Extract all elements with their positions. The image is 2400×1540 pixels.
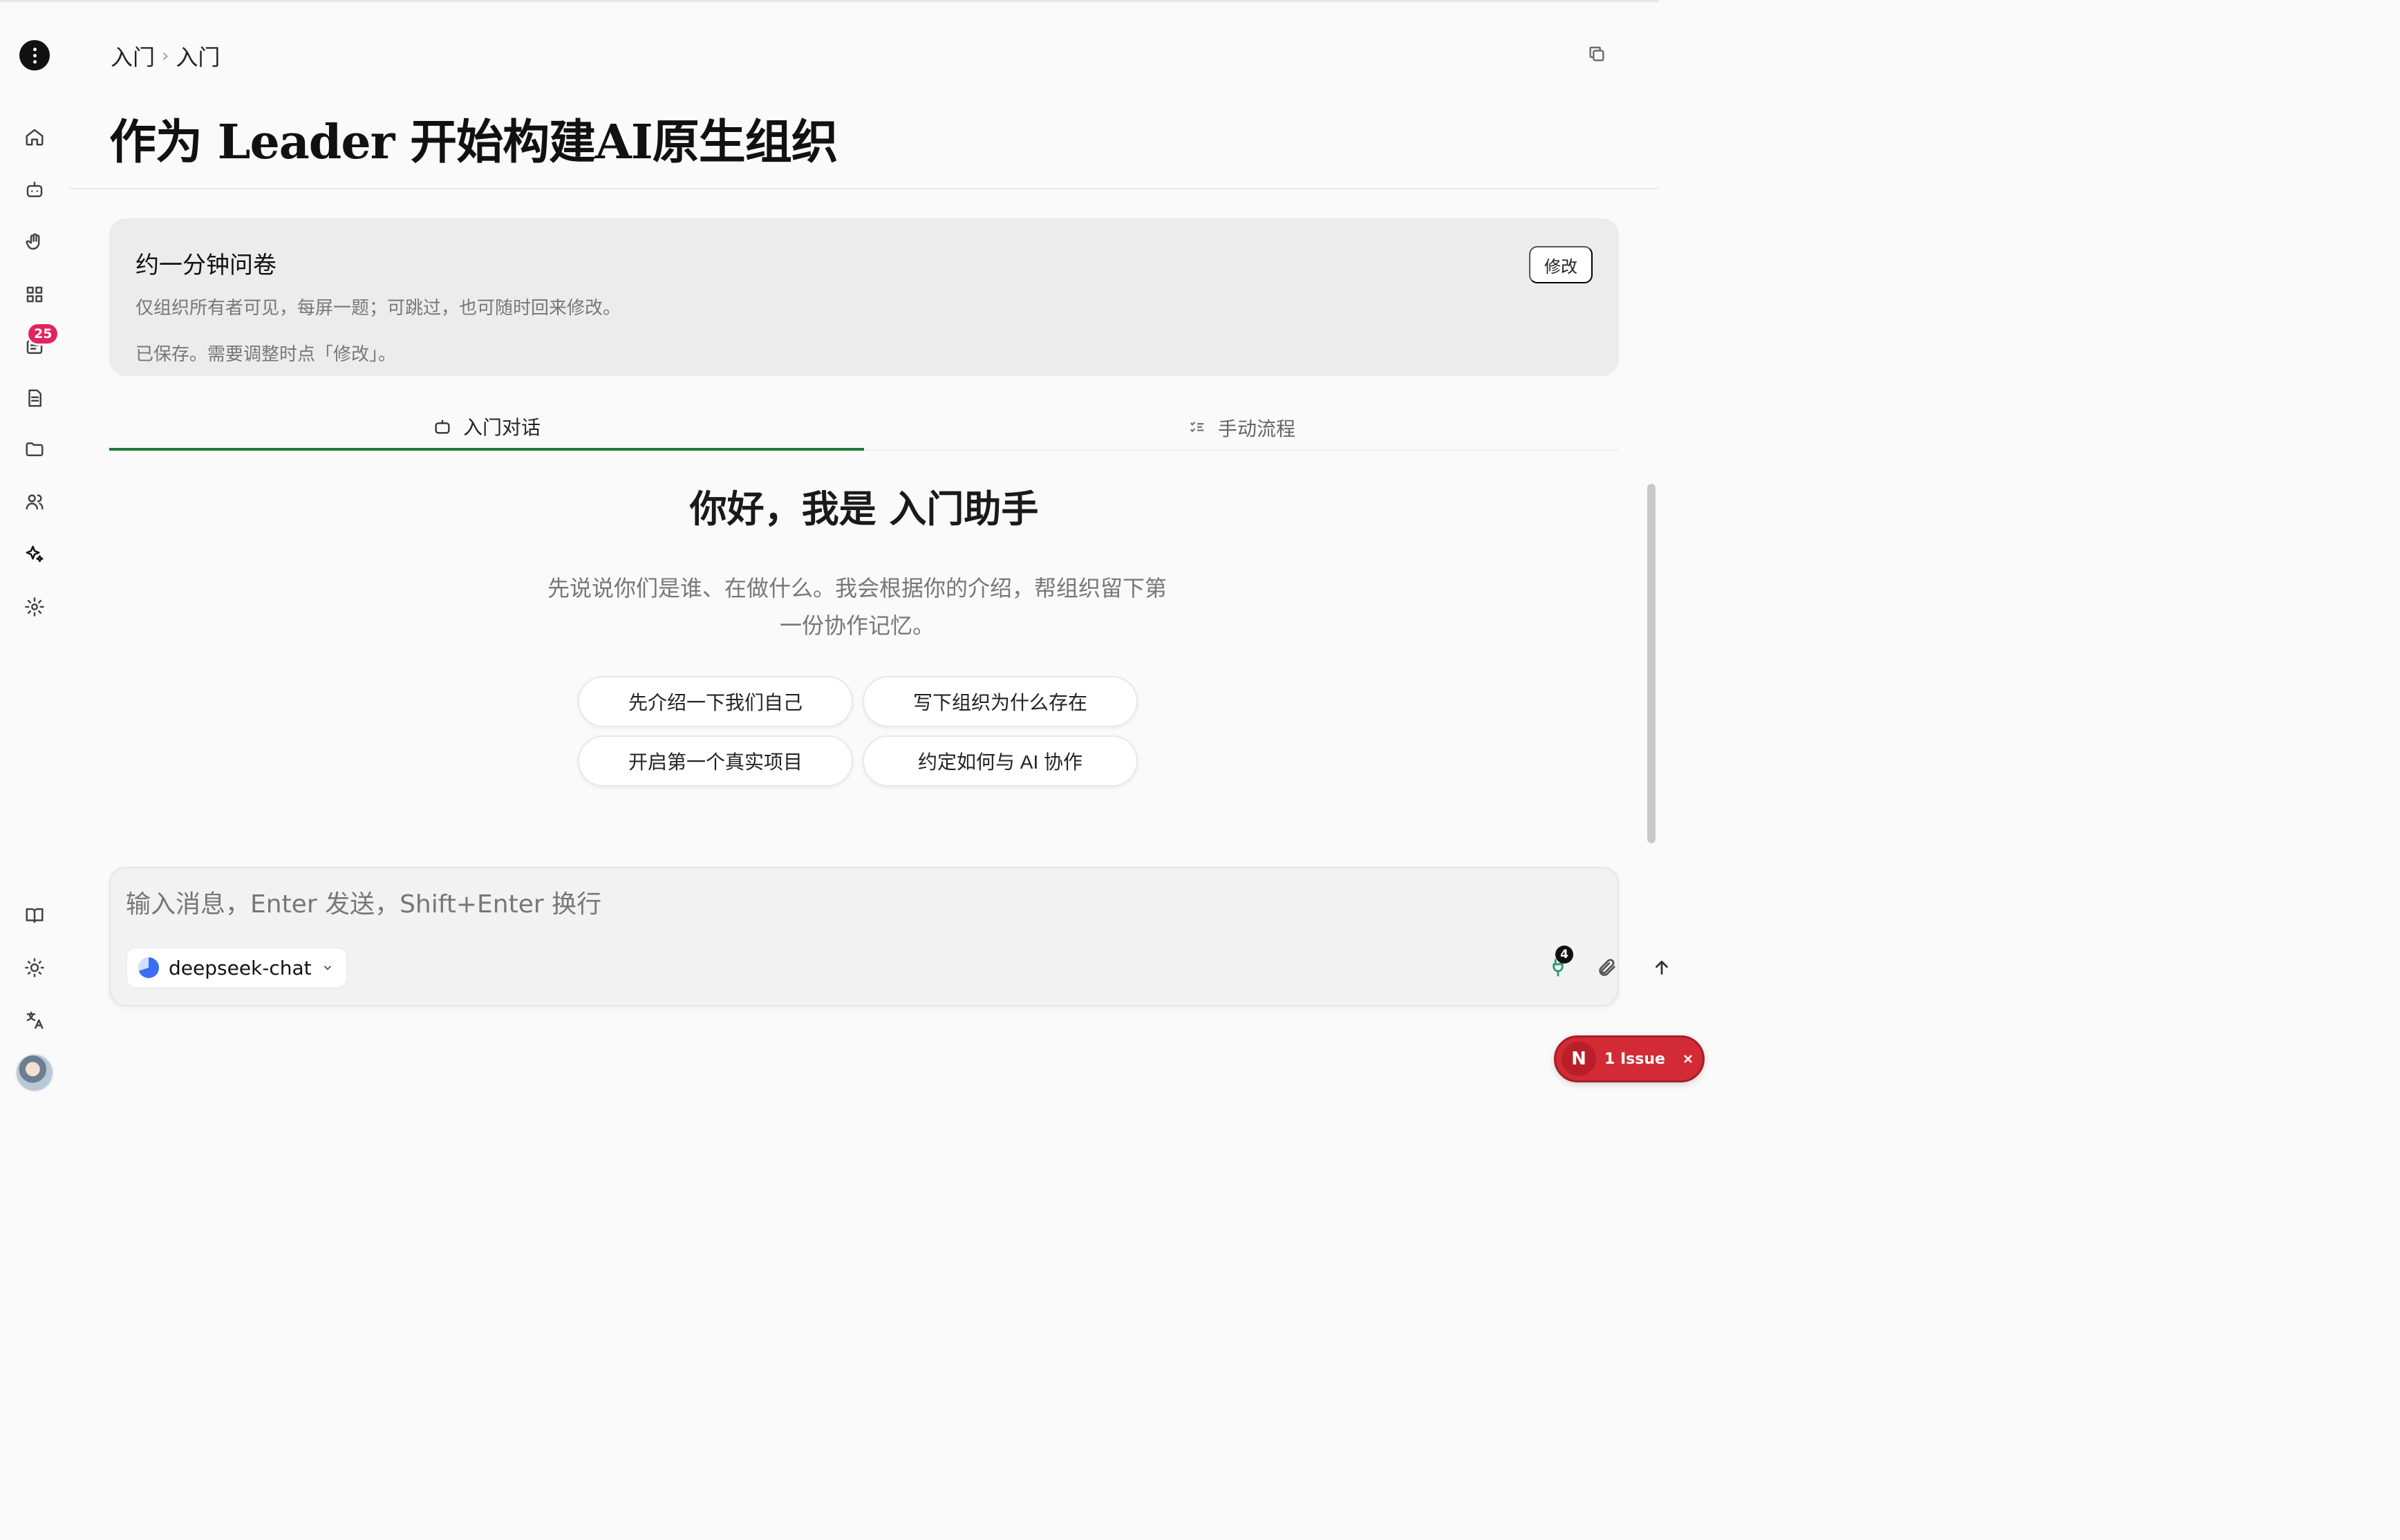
scrollbar-thumb[interactable] bbox=[1647, 484, 1656, 843]
send-arrow-icon[interactable] bbox=[1644, 950, 1680, 986]
issue-indicator[interactable]: N 1 Issue bbox=[1554, 1035, 1705, 1082]
main-content: 入门 › 入门 作为 Leader 开始构建AI原生组织 约一分钟问卷 仅组织所… bbox=[69, 0, 1705, 1106]
translate-icon[interactable] bbox=[15, 1001, 54, 1040]
book-icon[interactable] bbox=[15, 896, 54, 935]
chevron-right-icon: › bbox=[162, 46, 169, 66]
notification-badge: 25 bbox=[26, 322, 60, 346]
checklist-icon bbox=[1190, 422, 1204, 433]
assistant-greeting: 你好，我是 入门助手 bbox=[689, 487, 1039, 531]
tab-manual-flow[interactable]: 手动流程 bbox=[864, 405, 1619, 451]
tab-bar: 入门对话 手动流程 bbox=[109, 405, 1619, 451]
tab-label: 手动流程 bbox=[1217, 417, 1295, 440]
sun-icon[interactable] bbox=[15, 948, 54, 987]
page-title: 作为 Leader 开始构建AI原生组织 bbox=[109, 115, 838, 170]
close-icon[interactable] bbox=[1679, 1050, 1697, 1068]
plugin-count-badge: 4 bbox=[1555, 946, 1573, 964]
model-selector[interactable]: deepseek-chat bbox=[126, 947, 348, 988]
tab-label: 入门对话 bbox=[462, 416, 541, 439]
settings-icon[interactable] bbox=[15, 588, 54, 626]
survey-title: 约一分钟问卷 bbox=[135, 252, 276, 279]
paperclip-icon[interactable] bbox=[1588, 950, 1624, 986]
hand-icon[interactable] bbox=[15, 223, 54, 261]
grid-icon[interactable] bbox=[15, 275, 54, 314]
app-logo[interactable] bbox=[19, 40, 50, 71]
message-input[interactable] bbox=[126, 883, 1598, 925]
bot-icon[interactable] bbox=[15, 170, 54, 209]
issue-count[interactable]: 1 Issue bbox=[1604, 1051, 1665, 1068]
avatar[interactable] bbox=[15, 1053, 54, 1092]
copy-icon[interactable] bbox=[1582, 39, 1612, 69]
suggestion-chip[interactable]: 写下组织为什么存在 bbox=[863, 676, 1138, 727]
scrollbar[interactable] bbox=[1647, 484, 1656, 843]
folder-icon[interactable] bbox=[15, 430, 54, 469]
chevron-down-icon bbox=[324, 966, 331, 970]
edit-button[interactable]: 修改 bbox=[1529, 246, 1593, 283]
assistant-description: 先说说你们是谁、在做什么。我会根据你的介绍，帮组织留下第一份协作记忆。 bbox=[547, 575, 1167, 639]
suggestion-chip[interactable]: 先介绍一下我们自己 bbox=[578, 676, 853, 727]
sidebar: 25 bbox=[0, 0, 69, 1106]
home-icon[interactable] bbox=[15, 118, 54, 156]
survey-description: 仅组织所有者可见，每屏一题；可跳过，也可随时回来修改。 bbox=[135, 298, 621, 319]
breadcrumb-item: 入门 bbox=[176, 44, 221, 71]
model-logo-icon bbox=[138, 957, 159, 978]
message-composer: deepseek-chat bbox=[109, 867, 1668, 1006]
survey-card: 约一分钟问卷 仅组织所有者可见，每屏一题；可跳过，也可随时回来修改。 已保存。需… bbox=[109, 218, 1619, 376]
breadcrumb: 入门 › 入门 bbox=[111, 40, 220, 72]
document-icon[interactable] bbox=[15, 379, 54, 417]
users-icon[interactable] bbox=[15, 482, 54, 521]
suggestion-chip[interactable]: 开启第一个真实项目 bbox=[578, 735, 853, 787]
divider bbox=[69, 188, 1659, 189]
model-name: deepseek-chat bbox=[169, 956, 312, 979]
suggestion-chip[interactable]: 约定如何与 AI 协作 bbox=[863, 735, 1138, 787]
sparkle-icon[interactable] bbox=[15, 535, 54, 574]
next-logo-icon: N bbox=[1562, 1042, 1596, 1076]
tab-onboarding-chat[interactable]: 入门对话 bbox=[109, 405, 864, 451]
survey-status: 已保存。需要调整时点「修改」。 bbox=[135, 344, 397, 365]
bot-icon bbox=[435, 420, 450, 434]
breadcrumb-item[interactable]: 入门 bbox=[111, 40, 155, 72]
